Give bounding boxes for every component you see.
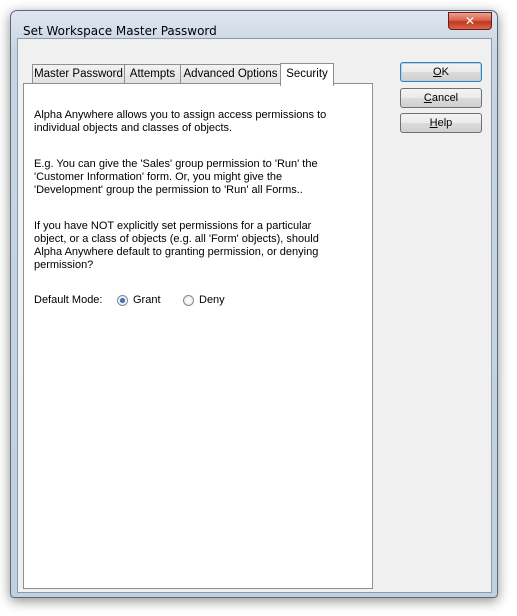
tab-security[interactable]: Security bbox=[280, 63, 334, 86]
example-text: E.g. You can give the 'Sales' group perm… bbox=[34, 158, 318, 196]
tab-label: Attempts bbox=[129, 68, 176, 80]
ok-label-rest: K bbox=[441, 66, 449, 78]
intro-text: Alpha Anywhere allows you to assign acce… bbox=[34, 109, 327, 134]
title-bar[interactable]: Set Workspace Master Password ✕ bbox=[11, 11, 497, 41]
grant-label[interactable]: Grant bbox=[133, 294, 161, 307]
tab-master-password[interactable]: Master Password bbox=[32, 64, 125, 84]
cancel-mnemonic: C bbox=[423, 92, 432, 104]
question-text: If you have NOT explicitly set permissio… bbox=[34, 220, 319, 271]
ok-button[interactable]: OK bbox=[400, 62, 482, 82]
dialog-window: Set Workspace Master Password ✕ Master P… bbox=[10, 10, 498, 598]
grant-radio[interactable] bbox=[117, 295, 128, 306]
cancel-label-rest: ancel bbox=[431, 92, 459, 104]
tab-label: Security bbox=[286, 68, 328, 80]
window-title: Set Workspace Master Password bbox=[23, 24, 217, 38]
dialog-client-area: Master Password Attempts Advanced Option… bbox=[17, 38, 492, 593]
help-label-rest: elp bbox=[437, 117, 453, 129]
cancel-button[interactable]: Cancel bbox=[400, 88, 482, 108]
tab-attempts[interactable]: Attempts bbox=[124, 64, 181, 84]
close-button[interactable]: ✕ bbox=[448, 12, 492, 30]
tab-label: Advanced Options bbox=[183, 68, 278, 80]
help-mnemonic: H bbox=[429, 117, 438, 129]
security-tab-panel: Alpha Anywhere allows you to assign acce… bbox=[23, 83, 373, 589]
close-icon: ✕ bbox=[464, 14, 476, 28]
deny-label[interactable]: Deny bbox=[199, 294, 225, 307]
deny-radio[interactable] bbox=[183, 295, 194, 306]
tab-advanced-options[interactable]: Advanced Options bbox=[180, 64, 281, 84]
ok-mnemonic: O bbox=[433, 66, 442, 78]
default-mode-label: Default Mode: bbox=[34, 294, 103, 306]
help-button[interactable]: Help bbox=[400, 113, 482, 133]
radio-selected-dot bbox=[120, 298, 125, 303]
tab-label: Master Password bbox=[34, 68, 123, 80]
